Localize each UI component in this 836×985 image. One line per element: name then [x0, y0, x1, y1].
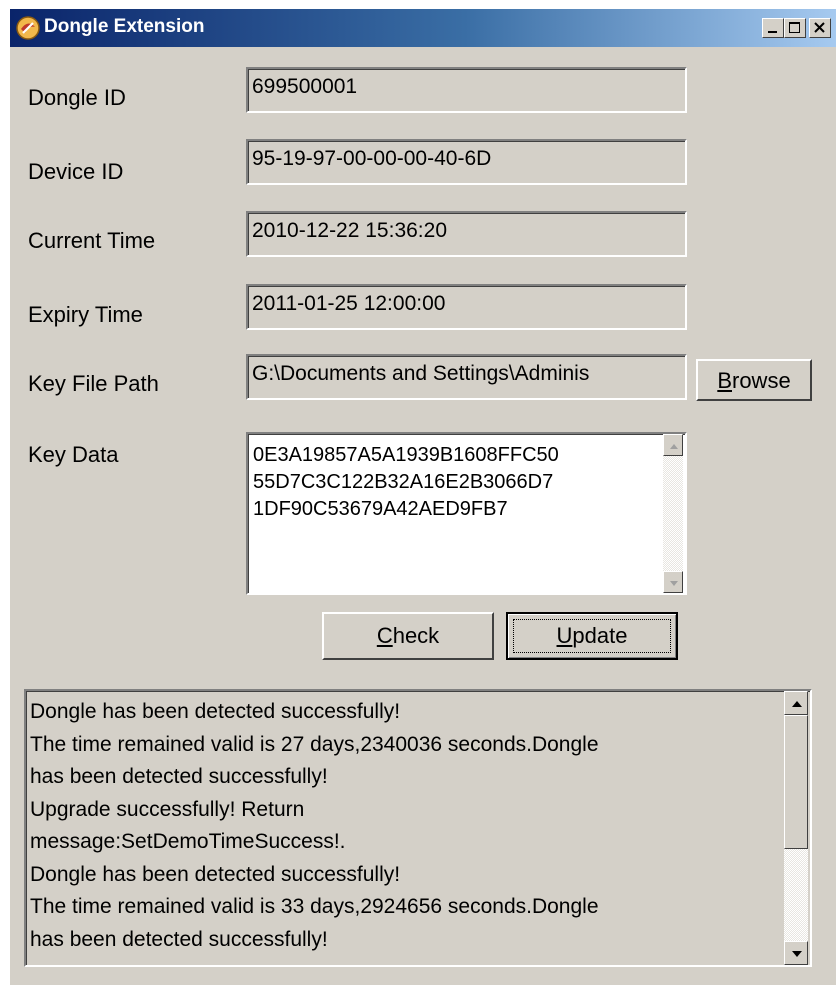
key-file-path-label: Key File Path: [28, 371, 159, 396]
key-file-path-field[interactable]: G:\Documents and Settings\Adminis: [246, 354, 687, 400]
current-time-field[interactable]: 2010-12-22 15:36:20: [246, 211, 687, 257]
minimize-icon: [768, 31, 777, 33]
expiry-time-label: Expiry Time: [28, 302, 143, 327]
log-scroll-down-button[interactable]: [784, 941, 808, 965]
log-scrollbar[interactable]: [784, 691, 808, 965]
browse-button-label: Browse: [717, 368, 791, 393]
title-bar[interactable]: Dongle Extension: [10, 9, 836, 47]
check-button-label: Check: [376, 623, 440, 648]
dongle-id-field[interactable]: 699500001: [246, 67, 687, 113]
key-data-scroll-up-button[interactable]: [663, 434, 683, 456]
dongle-app-icon: [16, 16, 40, 40]
log-output-box[interactable]: Dongle has been detected successfully! T…: [24, 689, 812, 967]
key-data-scroll-down-button[interactable]: [663, 571, 683, 593]
log-output-text: Dongle has been detected successfully! T…: [30, 700, 599, 951]
device-id-field[interactable]: 95-19-97-00-00-00-40-6D: [246, 139, 687, 185]
key-data-textarea[interactable]: 0E3A19857A5A1939B1608FFC50 55D7C3C122B32…: [246, 432, 687, 595]
dongle-extension-window: Dongle Extension Dongle ID 699500001 Dev…: [9, 8, 836, 985]
check-button[interactable]: Check: [322, 612, 494, 660]
key-data-text: 0E3A19857A5A1939B1608FFC50 55D7C3C122B32…: [253, 444, 559, 520]
log-scroll-thumb[interactable]: [784, 715, 808, 849]
maximize-button[interactable]: [784, 18, 806, 38]
minimize-button[interactable]: [762, 18, 784, 38]
window-title: Dongle Extension: [44, 16, 205, 37]
dongle-id-label: Dongle ID: [28, 85, 126, 110]
close-button[interactable]: [809, 18, 831, 38]
arrow-up-icon: [792, 701, 802, 707]
key-data-scrollbar[interactable]: [663, 434, 683, 593]
browse-button[interactable]: Browse: [696, 359, 812, 401]
maximize-icon: [789, 22, 800, 33]
close-icon: [814, 22, 825, 33]
log-scroll-up-button[interactable]: [784, 691, 808, 715]
update-button[interactable]: Update: [506, 612, 678, 660]
update-button-label: Update: [556, 623, 628, 648]
arrow-down-icon: [792, 951, 802, 957]
key-data-label: Key Data: [28, 442, 119, 467]
current-time-label: Current Time: [28, 228, 156, 253]
arrow-up-icon: [670, 444, 678, 449]
device-id-label: Device ID: [28, 159, 124, 184]
arrow-down-icon: [670, 581, 678, 586]
expiry-time-field[interactable]: 2011-01-25 12:00:00: [246, 284, 687, 330]
